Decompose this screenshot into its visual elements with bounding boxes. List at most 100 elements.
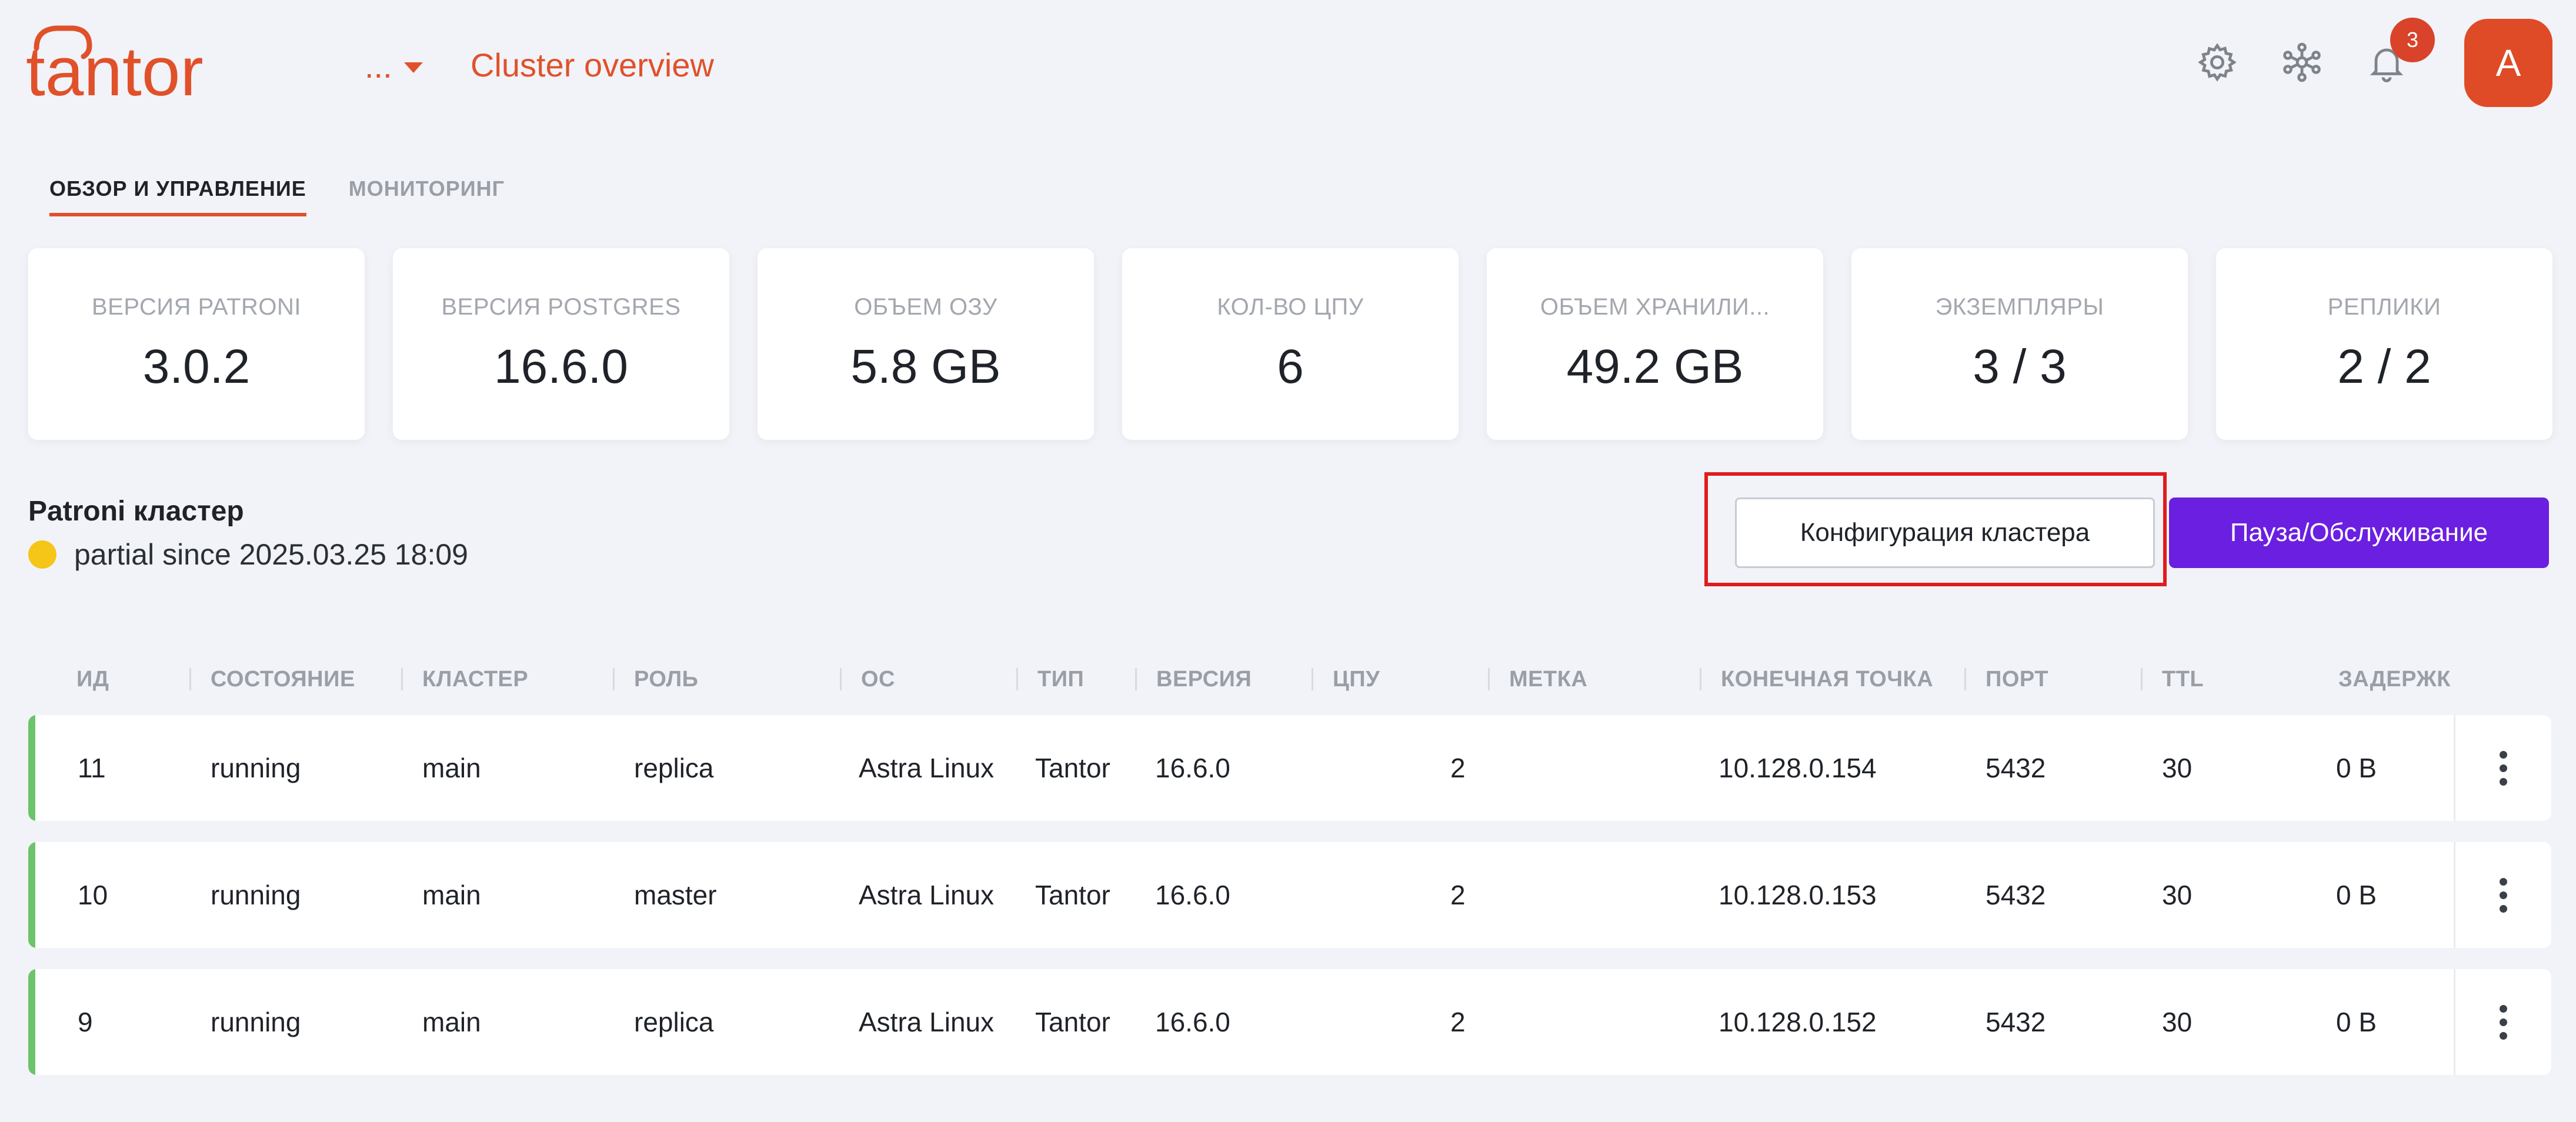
column-header-label[interactable]: МЕТКА: [1487, 660, 1587, 699]
stat-card-instances: ЭКЗЕМПЛЯРЫ 3 / 3: [1851, 248, 2188, 440]
row-actions-button[interactable]: [2454, 715, 2551, 821]
cell-version: 16.6.0: [1155, 1007, 1230, 1037]
cell-cluster: main: [422, 753, 481, 783]
cell-type: Tantor: [1035, 1007, 1110, 1037]
settings-icon[interactable]: [2196, 41, 2238, 84]
notification-count-badge: 3: [2390, 18, 2435, 62]
page-title: Cluster overview: [471, 46, 714, 84]
column-header-type[interactable]: ТИП: [1016, 660, 1084, 699]
stat-cards: ВЕРСИЯ PATRONI 3.0.2 ВЕРСИЯ POSTGRES 16.…: [28, 248, 2552, 440]
stat-card-postgres-version: ВЕРСИЯ POSTGRES 16.6.0: [393, 248, 729, 440]
cluster-status-text: partial since 2025.03.25 18:09: [74, 538, 468, 571]
cell-type: Tantor: [1035, 880, 1110, 910]
stat-value: 49.2 GB: [1566, 339, 1744, 393]
cell-lag: 0 B: [2336, 753, 2377, 783]
stat-label: ОБЪЕМ ХРАНИЛИ...: [1540, 293, 1770, 320]
row-actions-button[interactable]: [2454, 969, 2551, 1075]
row-status-indicator: [28, 969, 35, 1075]
stat-card-ram: ОБЪЕМ ОЗУ 5.8 GB: [758, 248, 1094, 440]
column-header-cluster[interactable]: КЛАСТЕР: [401, 660, 528, 699]
column-header-role[interactable]: РОЛЬ: [612, 660, 698, 699]
table-row[interactable]: 10 running main master Astra Linux Tanto…: [28, 842, 2551, 948]
cell-id: 10: [78, 880, 108, 910]
cell-version: 16.6.0: [1155, 880, 1230, 910]
cell-lag: 0 B: [2336, 880, 2377, 910]
cell-ttl: 30: [2162, 1007, 2193, 1037]
cell-endpoint: 10.128.0.152: [1719, 1007, 1877, 1037]
cell-port: 5432: [1986, 753, 2046, 783]
stat-label: ЭКЗЕМПЛЯРЫ: [1935, 293, 2104, 320]
column-header-endpoint[interactable]: КОНЕЧНАЯ ТОЧКА: [1699, 660, 1933, 699]
stat-label: ОБЪЕМ ОЗУ: [854, 293, 997, 320]
cell-os: Astra Linux: [859, 880, 995, 910]
stat-value: 16.6.0: [494, 339, 628, 393]
cluster-title: Patroni кластер: [28, 496, 244, 527]
cell-os: Astra Linux: [859, 753, 995, 783]
column-header-state[interactable]: СОСТОЯНИЕ: [189, 660, 355, 699]
column-header-lag[interactable]: ЗАДЕРЖК: [2338, 660, 2455, 699]
status-dot-icon: [28, 540, 56, 569]
cell-version: 16.6.0: [1155, 753, 1230, 783]
cell-state: running: [211, 880, 301, 910]
more-vertical-icon: [2500, 750, 2507, 786]
table-header: ИД СОСТОЯНИЕ КЛАСТЕР РОЛЬ ОС ТИП ВЕРСИЯ …: [28, 660, 2451, 701]
cell-id: 9: [78, 1007, 93, 1037]
cell-cpu: 2: [1450, 753, 1466, 783]
cell-role: replica: [634, 753, 714, 783]
tab-bar: ОБЗОР И УПРАВЛЕНИЕ МОНИТОРИНГ: [49, 176, 505, 216]
column-header-port[interactable]: ПОРТ: [1964, 660, 2048, 699]
top-bar: tantor ... Cluster overview 3 A: [0, 0, 2576, 129]
cell-ttl: 30: [2162, 880, 2193, 910]
stat-label: ВЕРСИЯ PATRONI: [91, 293, 302, 320]
cell-cluster: main: [422, 1007, 481, 1037]
stat-card-cpu: КОЛ-ВО ЦПУ 6: [1122, 248, 1459, 440]
cell-role: replica: [634, 1007, 714, 1037]
cluster-status: partial since 2025.03.25 18:09: [28, 537, 468, 572]
cell-endpoint: 10.128.0.154: [1719, 753, 1877, 783]
pause-maintenance-button[interactable]: Пауза/Обслуживание: [2169, 497, 2549, 568]
user-avatar[interactable]: A: [2464, 19, 2552, 107]
context-menu-dropdown[interactable]: ...: [365, 42, 423, 89]
chevron-down-icon: [403, 62, 423, 73]
cell-cpu: 2: [1450, 1007, 1466, 1037]
stat-card-replicas: РЕПЛИКИ 2 / 2: [2216, 248, 2552, 440]
cluster-config-button[interactable]: Конфигурация кластера: [1735, 497, 2155, 568]
network-icon[interactable]: [2281, 41, 2323, 84]
tab-monitoring[interactable]: МОНИТОРИНГ: [349, 176, 505, 216]
cell-role: master: [634, 880, 717, 910]
cell-cpu: 2: [1450, 880, 1466, 910]
cell-type: Tantor: [1035, 753, 1110, 783]
column-header-os[interactable]: ОС: [840, 660, 895, 699]
more-vertical-icon: [2500, 1004, 2507, 1040]
row-actions-button[interactable]: [2454, 842, 2551, 948]
cell-endpoint: 10.128.0.153: [1719, 880, 1877, 910]
cell-state: running: [211, 1007, 301, 1037]
stat-card-storage: ОБЪЕМ ХРАНИЛИ... 49.2 GB: [1487, 248, 1823, 440]
stat-card-patroni-version: ВЕРСИЯ PATRONI 3.0.2: [28, 248, 365, 440]
column-header-version[interactable]: ВЕРСИЯ: [1134, 660, 1252, 699]
cell-state: running: [211, 753, 301, 783]
more-vertical-icon: [2500, 877, 2507, 913]
cell-ttl: 30: [2162, 753, 2193, 783]
cell-cluster: main: [422, 880, 481, 910]
cell-port: 5432: [1986, 1007, 2046, 1037]
cell-lag: 0 B: [2336, 1007, 2377, 1037]
stat-value: 5.8 GB: [850, 339, 1001, 393]
stat-value: 3 / 3: [1973, 339, 2067, 393]
row-status-indicator: [28, 842, 35, 948]
stat-value: 6: [1277, 339, 1304, 393]
cell-id: 11: [78, 753, 106, 783]
column-header-cpu[interactable]: ЦПУ: [1311, 660, 1380, 699]
tantor-logo[interactable]: tantor: [24, 22, 218, 111]
tantor-logo-graphic: tantor: [26, 25, 203, 111]
stat-label: РЕПЛИКИ: [2327, 293, 2441, 320]
logo-text: tantor: [26, 33, 203, 105]
column-header-id[interactable]: ИД: [76, 660, 109, 699]
stat-value: 2 / 2: [2337, 339, 2431, 393]
tab-overview[interactable]: ОБЗОР И УПРАВЛЕНИЕ: [49, 176, 306, 216]
stat-label: ВЕРСИЯ POSTGRES: [441, 293, 681, 320]
cell-port: 5432: [1986, 880, 2046, 910]
table-row[interactable]: 9 running main replica Astra Linux Tanto…: [28, 969, 2551, 1075]
column-header-ttl[interactable]: TTL: [2140, 660, 2204, 699]
table-row[interactable]: 11 running main replica Astra Linux Tant…: [28, 715, 2551, 821]
